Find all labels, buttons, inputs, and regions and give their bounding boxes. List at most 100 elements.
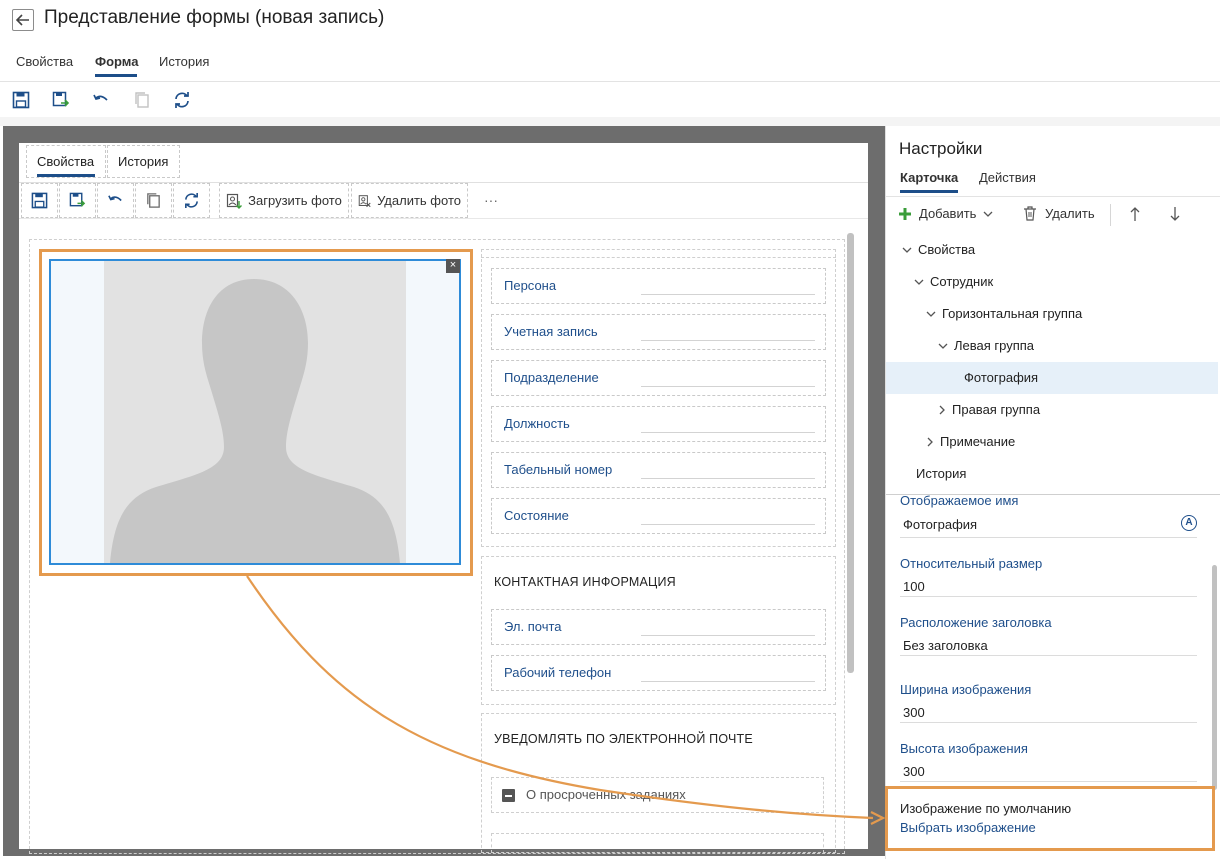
localize-icon[interactable]: A [1181, 515, 1197, 531]
field-personnel-number[interactable]: Табельный номер [491, 452, 826, 488]
tree-item-employee[interactable]: Сотрудник [914, 274, 993, 289]
tab-properties[interactable]: Свойства [16, 54, 73, 69]
display-name-label: Отображаемое имя [900, 493, 1019, 508]
form-save-button[interactable] [21, 183, 58, 218]
tree-item-right-group[interactable]: Правая группа [938, 402, 1040, 417]
form-undo-button[interactable] [97, 183, 134, 218]
image-width-value[interactable]: 300 [903, 705, 925, 720]
field-department[interactable]: Подразделение [491, 360, 826, 396]
refresh-button[interactable] [171, 89, 193, 111]
toolbar-separator [0, 117, 1220, 126]
settings-tab-card[interactable]: Карточка [900, 170, 958, 185]
display-name-value[interactable]: Фотография [903, 517, 977, 532]
field-person[interactable]: Персона [491, 268, 826, 304]
form-toolbar-divider [19, 218, 868, 219]
remove-photo-button[interactable]: × [446, 259, 460, 273]
panel-divider [885, 126, 886, 859]
field-input-line [641, 386, 815, 387]
plus-icon [899, 207, 911, 220]
toolbar-divider [1110, 204, 1111, 226]
field-input-line [641, 524, 815, 525]
move-up-button[interactable] [1129, 206, 1141, 227]
form-scrollbar[interactable] [847, 233, 854, 673]
title-position-label: Расположение заголовка [900, 615, 1052, 630]
settings-tab-actions[interactable]: Действия [979, 170, 1036, 185]
settings-scrollbar[interactable] [1212, 565, 1217, 790]
field-input-line [641, 340, 815, 341]
upload-photo-icon [227, 193, 243, 209]
delete-photo-button[interactable]: Удалить фото [351, 183, 468, 218]
tab-form[interactable]: Форма [95, 54, 138, 69]
delete-label: Удалить [1045, 206, 1095, 221]
upload-photo-label: Загрузить фото [248, 193, 342, 208]
field-label: Эл. почта [504, 619, 562, 634]
chevron-down-icon [983, 211, 993, 217]
field-label: Табельный номер [504, 462, 613, 477]
tree-item-properties[interactable]: Свойства [902, 242, 975, 257]
form-refresh-button[interactable] [173, 183, 210, 218]
field-label: Учетная запись [504, 324, 598, 339]
tree-item-note[interactable]: Примечание [926, 434, 1015, 449]
photo-field[interactable] [49, 259, 461, 565]
upload-photo-button[interactable]: Загрузить фото [219, 183, 349, 218]
tab-history[interactable]: История [159, 54, 209, 69]
delete-button[interactable]: Удалить [1023, 206, 1095, 221]
field-label: Рабочий телефон [504, 665, 612, 680]
tree-item-label: Сотрудник [930, 274, 994, 289]
tree-item-photo[interactable]: Фотография [964, 370, 1038, 385]
trash-icon [1024, 206, 1036, 221]
move-down-button[interactable] [1169, 206, 1181, 227]
field-status[interactable]: Состояние [491, 498, 826, 534]
image-width-underline [900, 722, 1197, 723]
tree-item-history[interactable]: История [916, 466, 966, 481]
settings-active-tab-indicator [900, 190, 958, 193]
add-button[interactable]: Добавить [898, 206, 993, 221]
image-height-label: Высота изображения [900, 741, 1028, 756]
field-input-line [641, 432, 815, 433]
form-copy-button[interactable] [135, 183, 172, 218]
divider [0, 81, 1220, 82]
tree-item-label: Левая группа [954, 338, 1035, 353]
field-email[interactable]: Эл. почта [491, 609, 826, 645]
contact-section-title: КОНТАКТНАЯ ИНФОРМАЦИЯ [494, 575, 676, 589]
copy-icon [135, 92, 149, 108]
default-image-label: Изображение по умолчанию [900, 801, 1072, 816]
save-and-close-icon [52, 91, 70, 107]
form-save-and-close-button[interactable] [59, 183, 96, 218]
more-actions-button[interactable]: ··· [484, 192, 498, 208]
tree-item-left-group[interactable]: Левая группа [938, 338, 1034, 353]
field-work-phone[interactable]: Рабочий телефон [491, 655, 826, 691]
refresh-icon [185, 192, 198, 209]
choose-image-link[interactable]: Выбрать изображение [900, 820, 1036, 835]
field-position[interactable]: Должность [491, 406, 826, 442]
tree-item-photo-selected[interactable] [886, 362, 1218, 394]
chevron-down-icon [938, 343, 948, 349]
save-and-close-button[interactable] [50, 89, 72, 111]
display-name-underline [900, 537, 1197, 538]
relative-size-value[interactable]: 100 [903, 579, 925, 594]
save-button[interactable] [10, 89, 32, 111]
notify-section-title: УВЕДОМЛЯТЬ ПО ЭЛЕКТРОННОЙ ПОЧТЕ [494, 732, 753, 746]
next-checkbox-row[interactable] [491, 833, 824, 853]
tree-item-label: Фотография [964, 370, 1039, 385]
default-image-highlight [885, 786, 1215, 851]
undo-button[interactable] [90, 89, 112, 111]
chevron-right-icon [939, 405, 945, 414]
field-account[interactable]: Учетная запись [491, 314, 826, 350]
page-title: Представление формы (новая запись) [44, 7, 385, 28]
form-tab-history[interactable]: История [107, 145, 180, 178]
tree-item-horizontal-group[interactable]: Горизонтальная группа [926, 306, 1082, 321]
overdue-tasks-checkbox[interactable] [502, 789, 515, 802]
copy-button[interactable] [131, 89, 153, 111]
undo-icon [93, 94, 108, 101]
image-height-value[interactable]: 300 [903, 764, 925, 779]
arrow-down-icon [1170, 207, 1180, 221]
image-width-label: Ширина изображения [900, 682, 1032, 697]
form-active-tab-indicator [37, 174, 95, 177]
chevron-down-icon [914, 279, 924, 285]
field-label: Персона [504, 278, 557, 293]
save-and-close-icon [69, 192, 86, 207]
title-position-value[interactable]: Без заголовка [903, 638, 988, 653]
tree-item-label: Горизонтальная группа [942, 306, 1083, 321]
back-button[interactable] [12, 9, 34, 31]
